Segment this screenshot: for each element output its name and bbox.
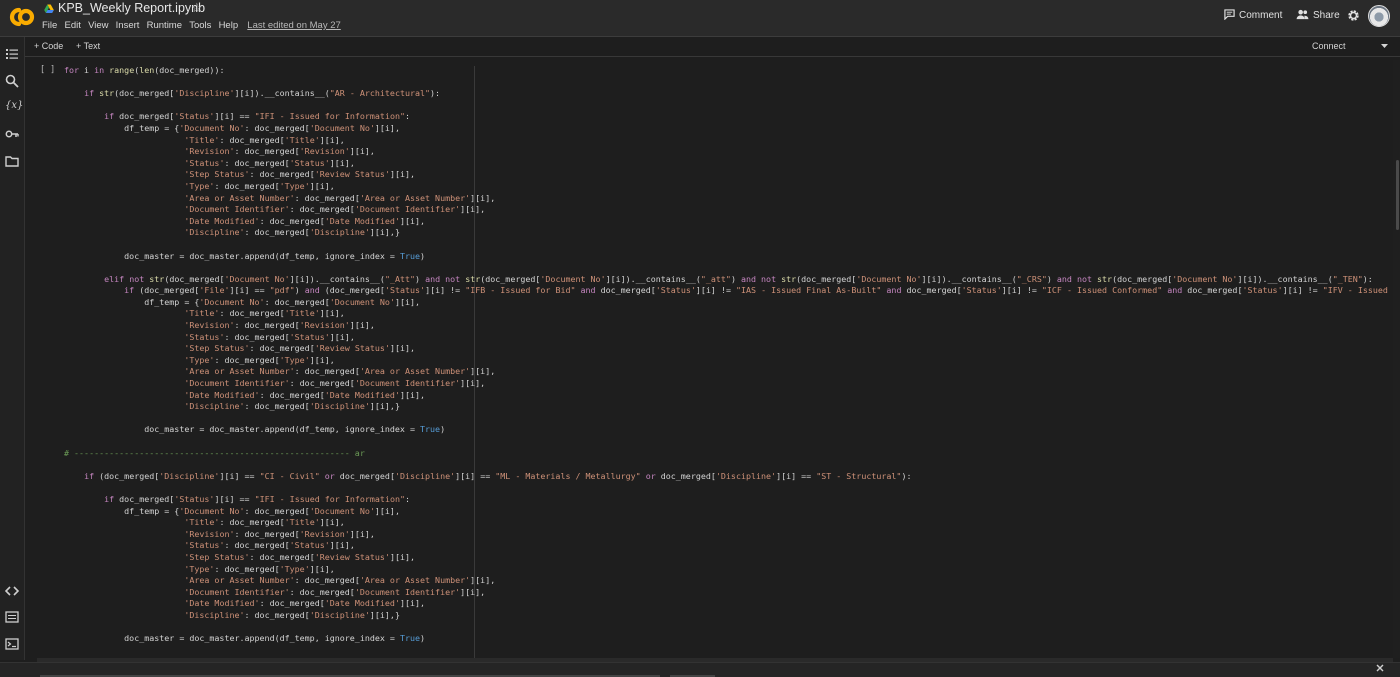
share-label: Share (1313, 10, 1340, 21)
code-line: 'Status': doc_merged['Status'][i], (184, 157, 355, 168)
menu-help[interactable]: Help (219, 20, 239, 31)
code-line: doc_master = doc_master.append(df_temp, … (64, 424, 446, 435)
chevron-down-icon[interactable] (1381, 44, 1388, 49)
add-code-button[interactable]: + Code (34, 41, 63, 51)
menu-runtime[interactable]: Runtime (147, 20, 182, 31)
code-line: 'Type': doc_merged['Type'][i], (184, 563, 335, 574)
code-editor[interactable]: for i in range(len(doc_merged)): if str(… (64, 65, 1388, 645)
comment-button[interactable]: Comment (1224, 9, 1282, 21)
command-palette-icon[interactable] (5, 610, 19, 624)
menu-bar: File Edit View Insert Runtime Tools Help Last e… (42, 20, 348, 31)
notebook-toolbar: + Code + Text Connect (25, 37, 1400, 57)
notebook-title[interactable]: KPB_Weekly Report.ipynb (58, 1, 205, 15)
share-button[interactable]: Share (1296, 9, 1340, 21)
drive-icon (44, 4, 54, 13)
code-line: 'Date Modified': doc_merged['Date Modifi… (184, 598, 426, 609)
code-line: if (doc_merged['File'][i] == "pdf") and … (124, 285, 1388, 296)
gear-icon[interactable] (1347, 9, 1360, 22)
code-line: 'Type': doc_merged['Type'][i], (184, 354, 335, 365)
avatar[interactable] (1368, 5, 1390, 27)
menu-tools[interactable]: Tools (189, 20, 211, 31)
code-line: 'Revision': doc_merged['Revision'][i], (184, 528, 375, 539)
code-line: df_temp = {'Document No': doc_merged['Do… (64, 296, 421, 307)
code-line: 'Step Status': doc_merged['Review Status… (184, 343, 416, 354)
code-line: 'Document Identifier': doc_merged['Docum… (184, 378, 486, 389)
code-line: 'Area or Asset Number': doc_merged['Area… (184, 192, 496, 203)
code-line: df_temp = {'Document No': doc_merged['Do… (64, 122, 400, 133)
comment-icon (1224, 9, 1235, 21)
code-line: 'Revision': doc_merged['Revision'][i], (184, 320, 375, 331)
code-line: 'Discipline': doc_merged['Discipline'][i… (184, 401, 400, 412)
terminal-icon[interactable] (5, 637, 19, 651)
code-line: doc_master = doc_master.append(df_temp, … (64, 250, 426, 261)
menu-file[interactable]: File (42, 20, 57, 31)
code-line: # --------------------------------------… (64, 447, 365, 458)
colab-logo[interactable] (7, 5, 35, 29)
code-line: 'Area or Asset Number': doc_merged['Area… (184, 575, 496, 586)
code-line: 'Step Status': doc_merged['Review Status… (184, 169, 416, 180)
code-line: 'Status': doc_merged['Status'][i], (184, 331, 355, 342)
table-of-contents-icon[interactable] (5, 47, 19, 61)
code-line: df_temp = {'Document No': doc_merged['Do… (64, 505, 400, 516)
code-line: if doc_merged['Status'][i] == "IFI - Iss… (104, 493, 411, 504)
left-sidebar: {x} (0, 37, 25, 660)
menu-edit[interactable]: Edit (65, 20, 81, 31)
folder-icon[interactable] (5, 154, 19, 168)
code-line: 'Document Identifier': doc_merged['Docum… (184, 586, 486, 597)
close-icon[interactable] (1376, 664, 1384, 672)
code-line: 'Revision': doc_merged['Revision'][i], (184, 146, 375, 157)
connect-button[interactable]: Connect (1312, 41, 1346, 51)
code-line: 'Date Modified': doc_merged['Date Modifi… (184, 215, 426, 226)
comment-label: Comment (1239, 10, 1283, 21)
code-line: doc_master = doc_master.append(df_temp, … (64, 633, 426, 644)
code-line: 'Status': doc_merged['Status'][i], (184, 540, 355, 551)
code-line: 'Title': doc_merged['Title'][i], (184, 517, 345, 528)
code-line: if str(doc_merged['Discipline'][i]).__co… (84, 88, 441, 99)
secrets-key-icon[interactable] (5, 127, 19, 141)
app-header: KPB_Weekly Report.ipynb ☆ File Edit View In… (0, 0, 1400, 37)
code-line: if (doc_merged['Discipline'][i] == "CI -… (84, 470, 912, 481)
variables-icon[interactable]: {x} (5, 100, 23, 114)
star-icon[interactable]: ☆ (191, 0, 203, 16)
menu-insert[interactable]: Insert (116, 20, 140, 31)
vertical-scrollbar-thumb[interactable] (1396, 160, 1399, 230)
code-line: elif not str(doc_merged['Document No'][i… (104, 273, 1373, 284)
code-snippets-icon[interactable] (5, 584, 19, 598)
last-edited-link[interactable]: Last edited on May 27 (247, 20, 340, 31)
code-cell[interactable]: [ ] for i in range(len(doc_merged)): if … (37, 60, 1388, 658)
code-line: 'Discipline': doc_merged['Discipline'][i… (184, 227, 400, 238)
run-cell-button[interactable]: [ ] (40, 64, 55, 74)
code-line: 'Step Status': doc_merged['Review Status… (184, 551, 416, 562)
status-bar (0, 662, 1400, 677)
search-icon[interactable] (5, 74, 19, 88)
code-line: if doc_merged['Status'][i] == "IFI - Iss… (104, 111, 411, 122)
code-line: 'Title': doc_merged['Title'][i], (184, 308, 345, 319)
code-line: 'Discipline': doc_merged['Discipline'][i… (184, 609, 400, 620)
code-line: 'Date Modified': doc_merged['Date Modifi… (184, 389, 426, 400)
menu-view[interactable]: View (88, 20, 108, 31)
code-line: 'Area or Asset Number': doc_merged['Area… (184, 366, 496, 377)
code-line: for i in range(len(doc_merged)): (64, 65, 225, 75)
code-line: 'Document Identifier': doc_merged['Docum… (184, 204, 486, 215)
code-line: 'Type': doc_merged['Type'][i], (184, 180, 335, 191)
code-line: 'Title': doc_merged['Title'][i], (184, 134, 345, 145)
people-icon (1296, 9, 1309, 20)
add-text-button[interactable]: + Text (76, 41, 100, 51)
vertical-scrollbar[interactable] (1393, 60, 1400, 658)
